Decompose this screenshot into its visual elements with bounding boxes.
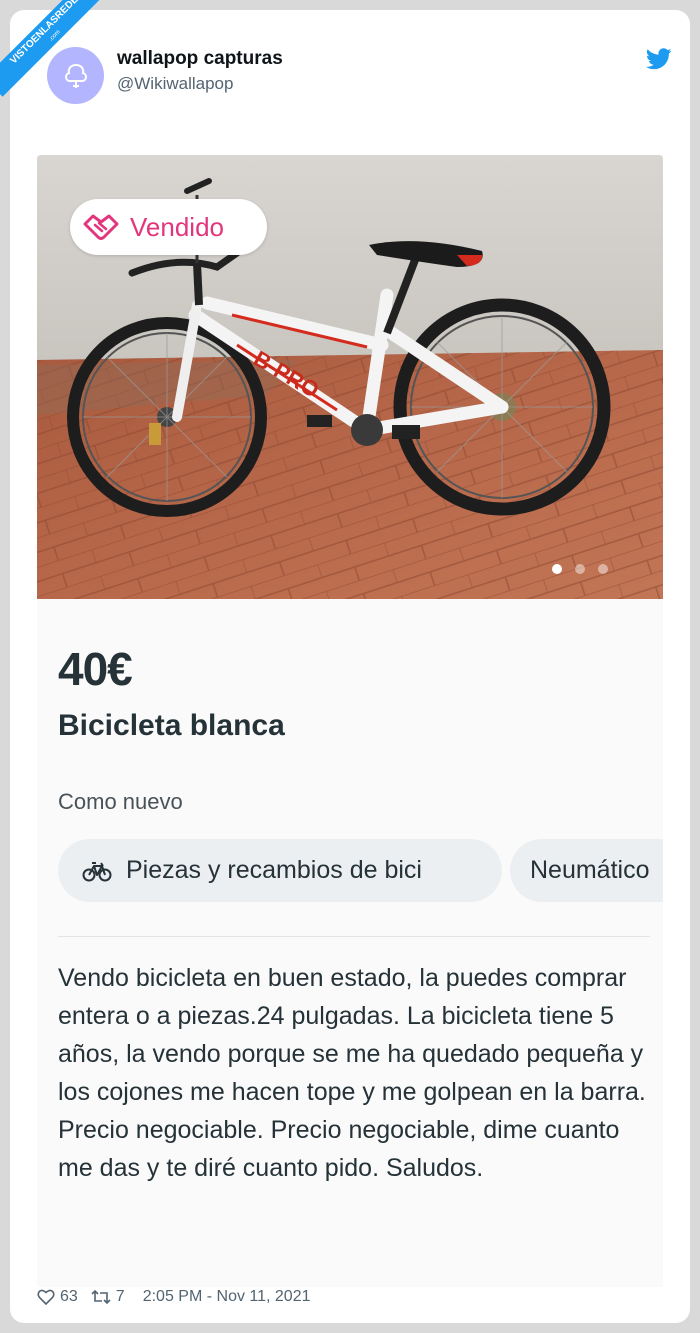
divider: [58, 936, 650, 937]
listing-screenshot: B-PRO Vendido 40€ Bicicleta blanca Como …: [37, 155, 663, 1287]
tweet-footer: 63 7 2:05 PM - Nov 11, 2021: [37, 1288, 311, 1306]
twitter-bird-icon[interactable]: [646, 48, 672, 70]
price: 40€: [58, 643, 133, 695]
tree-icon: [64, 63, 87, 88]
product-condition: Como nuevo: [58, 789, 183, 814]
sold-label: Vendido: [130, 211, 224, 242]
heart-icon: [37, 1289, 55, 1305]
avatar[interactable]: [47, 47, 104, 104]
product-title: Bicicleta blanca: [58, 709, 285, 742]
retweet-count: 7: [115, 1288, 125, 1305]
photo-pagination: [552, 564, 608, 574]
user-handle[interactable]: @Wikiwallapop: [117, 74, 233, 94]
timestamp-text: 2:05 PM - Nov 11, 2021: [142, 1288, 311, 1305]
category-label: Neumático: [530, 856, 650, 884]
pagination-dot[interactable]: [575, 564, 585, 574]
like-action[interactable]: 63: [37, 1288, 78, 1306]
product-photo[interactable]: B-PRO Vendido: [37, 155, 663, 599]
sold-badge: Vendido: [70, 199, 267, 255]
pagination-dot[interactable]: [552, 564, 562, 574]
tweet-timestamp[interactable]: 2:05 PM - Nov 11, 2021: [143, 1288, 311, 1306]
like-count: 63: [60, 1288, 78, 1305]
category-label: Piezas y recambios de bici: [126, 856, 422, 884]
pagination-dot[interactable]: [598, 564, 608, 574]
retweet-action[interactable]: 7: [91, 1288, 125, 1306]
product-description: Vendo bicicleta en buen estado, la puede…: [58, 964, 646, 1182]
retweet-icon: [91, 1289, 111, 1305]
category-chip-bike-parts[interactable]: Piezas y recambios de bici: [58, 839, 502, 902]
category-chip-tyres[interactable]: Neumático: [510, 839, 663, 902]
handshake-icon: [83, 214, 119, 240]
category-chips: Piezas y recambios de bici Neumático: [58, 839, 663, 903]
display-name[interactable]: wallapop capturas: [117, 48, 283, 70]
bicycle-icon: [82, 861, 112, 881]
